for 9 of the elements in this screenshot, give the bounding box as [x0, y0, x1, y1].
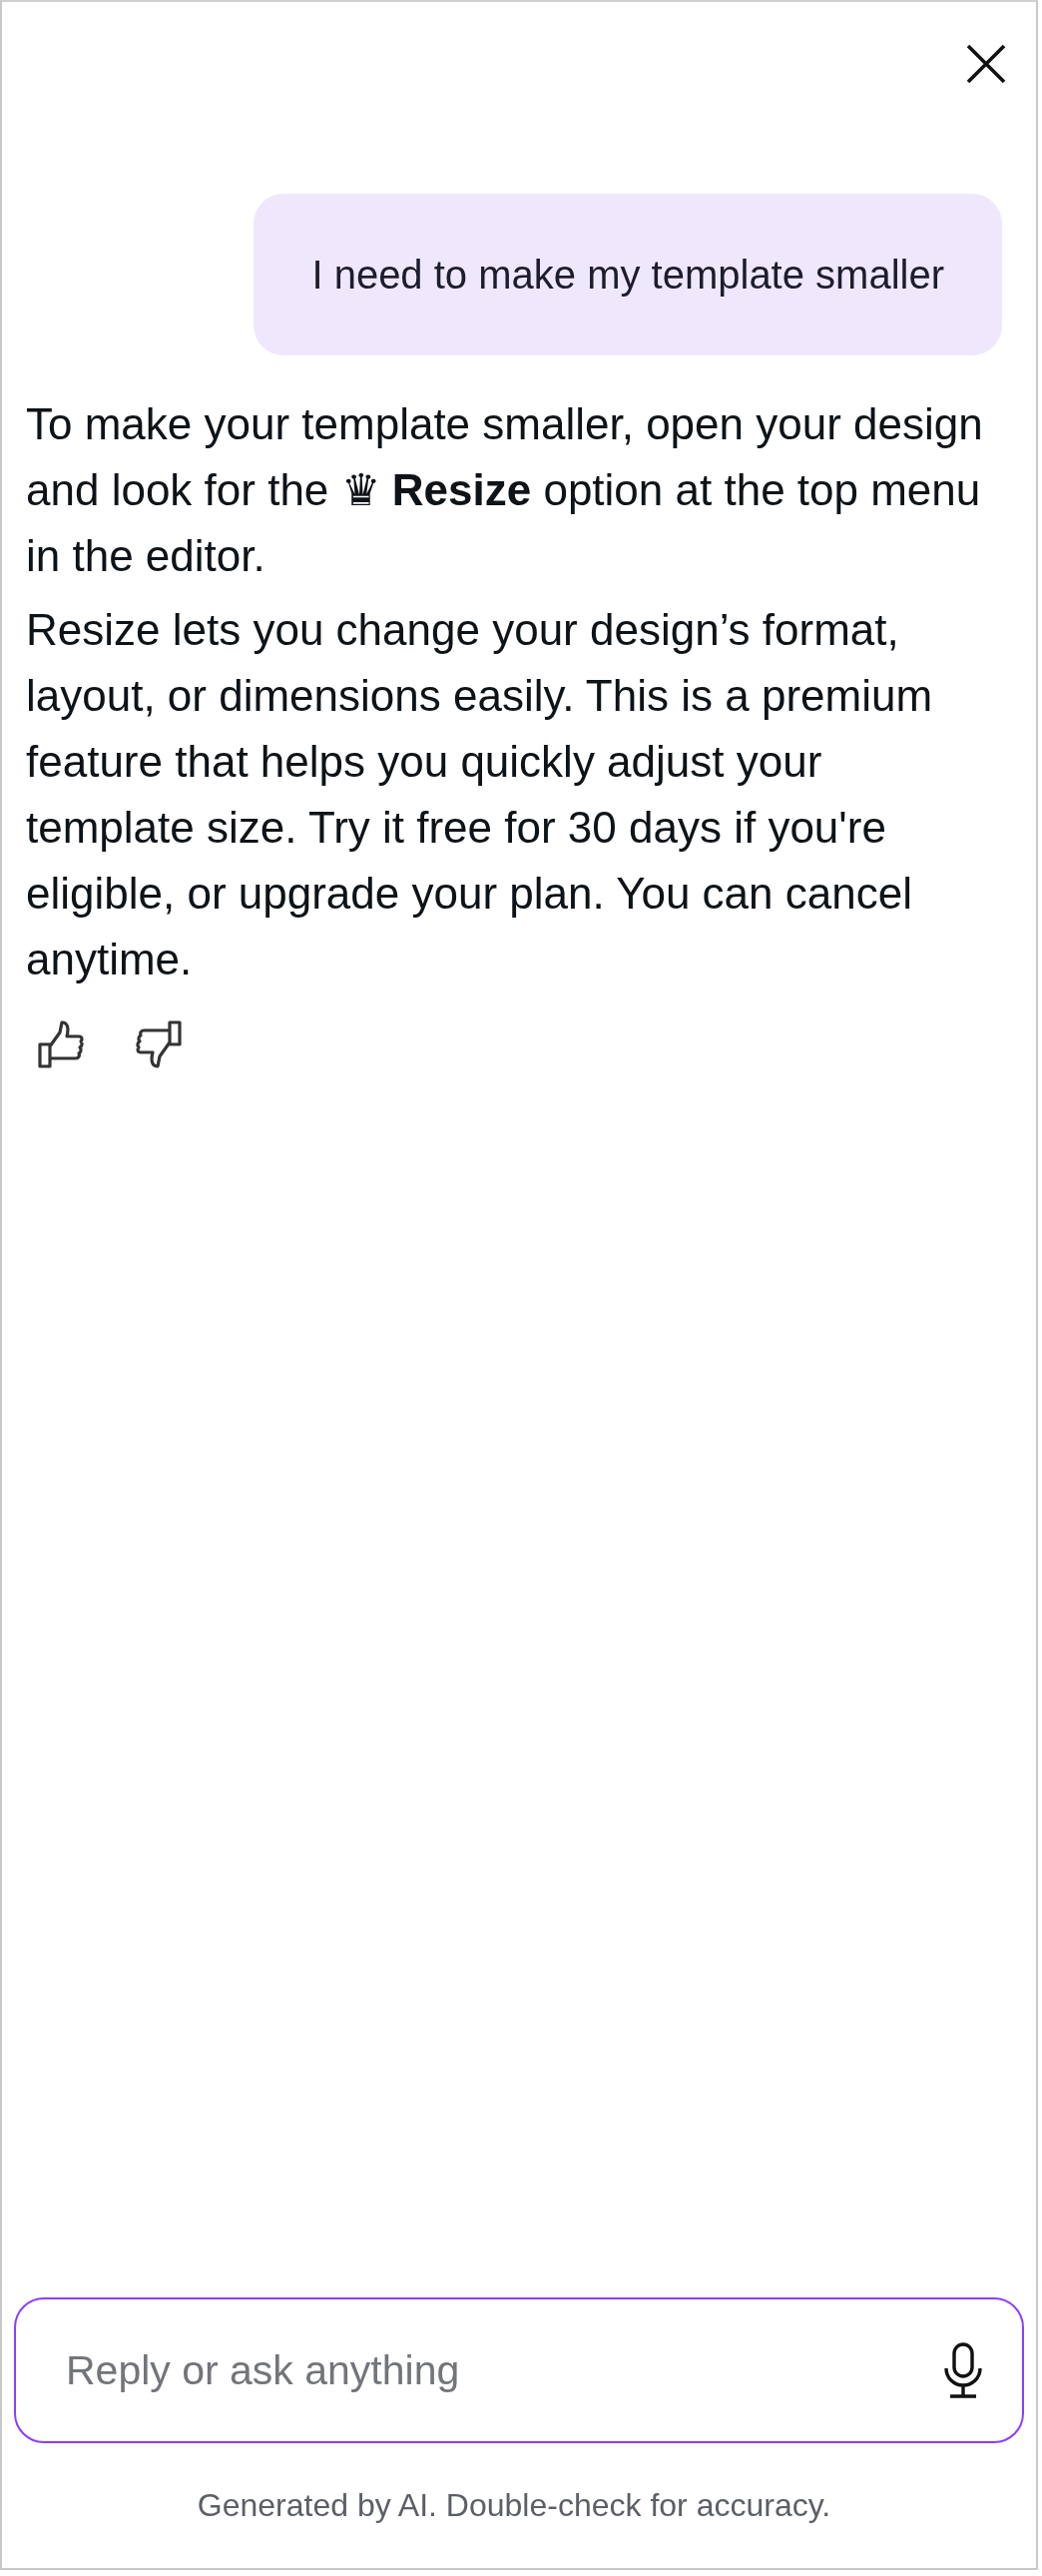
microphone-button[interactable]: [942, 2341, 984, 2399]
close-icon: [964, 42, 1008, 86]
user-message: I need to make my template smaller: [254, 194, 1002, 355]
close-button[interactable]: [964, 42, 1008, 86]
reply-field[interactable]: Reply or ask anything: [14, 2297, 1024, 2443]
assistant-message: To make your template smaller, open your design and look for the ♛ Resize option at the top menu in the editor.: [26, 398, 984, 582]
microphone-icon: [942, 2341, 984, 2399]
disclaimer-text: Generated by AI. Double-check for accuracy.: [196, 2487, 832, 2524]
assistant-message: Resize lets you change your design’s format, layout, or dimensions easily. This is a premium feature that helps you quickly adjust your template size. Try it free for 30 days if you're eligible, or upgrade your plan. You can cancel anytime.: [26, 604, 934, 985]
